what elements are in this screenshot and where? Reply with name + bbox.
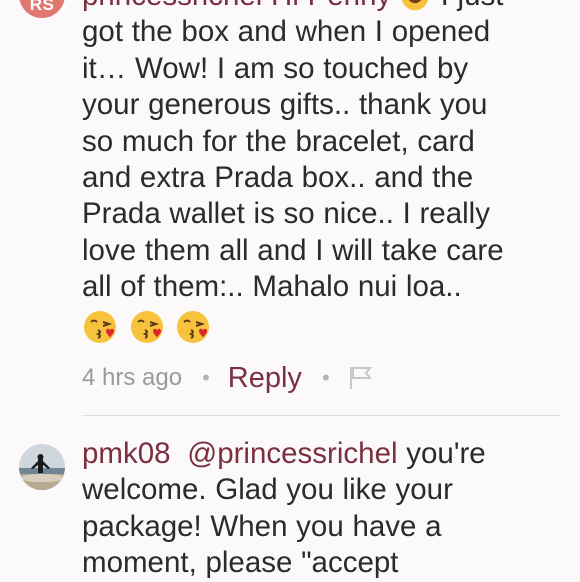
grinning-face-icon <box>401 0 428 11</box>
avatar-photo <box>19 444 65 490</box>
comment-line: love them all and I will take care <box>82 233 504 267</box>
kissing-face-icon <box>84 310 116 343</box>
comment-first-line: princessrichel Hi Penny I just <box>82 0 552 14</box>
reply-button[interactable]: Reply <box>228 362 302 395</box>
comment-username[interactable]: pmk08 <box>82 437 171 470</box>
avatar[interactable] <box>19 444 65 490</box>
comment-text: princessrichel Hi Penny I just got the b… <box>82 0 552 345</box>
comment-meta: 4 hrs ago • Reply • <box>82 358 374 398</box>
comment-timestamp: 4 hrs ago <box>82 364 183 391</box>
separator-dot: • <box>202 365 210 390</box>
comment-first-line: pmk08 @princessrichel you're <box>82 436 552 472</box>
comment-line: moment, please "accept <box>82 546 399 580</box>
avatar-initials: RS <box>29 0 55 14</box>
flag-icon[interactable] <box>348 366 374 390</box>
comment-line: your generous gifts.. thank you <box>82 88 488 122</box>
comment-line: so much for the bracelet, card <box>82 124 475 158</box>
kissing-face-icon <box>177 310 210 343</box>
comment-mention[interactable]: @princessrichel <box>187 437 397 470</box>
comment-line: and extra Prada box.. and the <box>82 161 474 195</box>
comment-line: package! When you have a <box>82 509 442 543</box>
comment-username-line[interactable]: princessrichel Hi Penny <box>82 0 391 12</box>
comment-line: got the box and when I opened <box>82 15 491 49</box>
comment-first-line-end: I just <box>441 0 504 12</box>
comment-first-line-rest: you're <box>406 437 486 470</box>
comment-line: Prada wallet is so nice.. I really <box>82 197 490 231</box>
avatar[interactable]: RS <box>19 0 65 18</box>
separator-dot: • <box>321 365 330 390</box>
emoji-row <box>82 308 552 345</box>
comment-text: pmk08 @princessrichel you're welcome. Gl… <box>82 436 552 582</box>
comment-line: welcome. Glad you like your <box>82 473 453 507</box>
kissing-face-icon <box>130 310 163 343</box>
comment-line: it… Wow! I am so touched by <box>82 51 469 85</box>
comment-divider <box>82 415 561 416</box>
comment-line: all of them:.. Mahalo nui loa.. <box>82 270 462 304</box>
